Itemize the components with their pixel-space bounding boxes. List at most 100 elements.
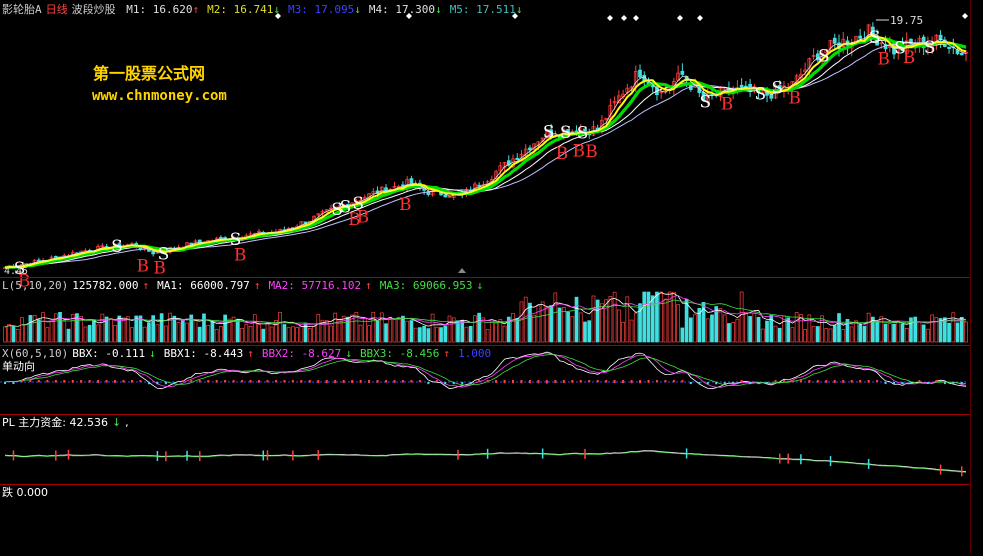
volume-bar [650, 295, 655, 343]
bbx-bar [37, 380, 40, 383]
bbx-bar [317, 380, 320, 384]
bbx-bar [757, 382, 760, 385]
volume-bar [37, 319, 41, 343]
sell-signal: S [755, 85, 767, 105]
volume-bar [223, 314, 227, 343]
volume-bar [773, 325, 778, 343]
volume-bar [367, 325, 371, 343]
bbx-bar [723, 382, 726, 385]
volume-bar [252, 314, 257, 343]
bbx-bar [232, 380, 235, 383]
bbx-bar [681, 380, 684, 383]
volume-bar [832, 325, 837, 343]
volume-bar [892, 323, 896, 343]
signal-diamond [621, 15, 627, 21]
volume-bar [180, 319, 185, 343]
bbx-bar [545, 380, 548, 384]
bbx-header: X(60,5,10) BBX: -0.111 ↓ BBX1: -8.443 ↑ BBX2:… [2, 347, 495, 360]
volume-bar [96, 324, 100, 343]
volume-bar [202, 313, 206, 343]
bbx-bar [664, 380, 667, 383]
bbx3-value: BBX3: -8.456 ↑ [359, 347, 451, 360]
volume-bar [286, 327, 291, 343]
volume-bar [523, 296, 528, 343]
candle-body [909, 38, 913, 45]
fund-header: PL 主力资金: 42.536 ↓, [2, 416, 129, 429]
bbx-bar [435, 380, 438, 383]
volume-bar [460, 320, 465, 343]
bbx-bar [164, 382, 167, 385]
period-label[interactable]: 日线 [46, 3, 68, 16]
watermark-title: 第一股票公式网 [93, 64, 206, 83]
volume-bar [214, 328, 219, 343]
low-price-label: 4.45 [4, 266, 28, 277]
candle-body [515, 157, 520, 161]
volume-bar [904, 328, 909, 343]
volume-value: 125782.000 ↑ [72, 279, 150, 292]
volume-ma3: MA3: 69066.953 ↓ [379, 279, 484, 292]
volume-ma1: MA1: 66000.797 ↑ [157, 279, 261, 292]
volume-bar [341, 315, 346, 343]
volume-bar [545, 307, 549, 343]
volume-bar [49, 320, 54, 343]
candle-body [53, 255, 58, 258]
volume-bar [193, 320, 198, 343]
volume-bar [473, 315, 477, 343]
buy-signal: B [556, 144, 569, 164]
bbx-bar [528, 380, 531, 384]
bbx-bar [867, 380, 870, 383]
bbx-bar [88, 380, 91, 383]
volume-bar [66, 328, 71, 343]
sell-signal: S [352, 194, 364, 214]
bbx-bar [698, 382, 701, 385]
volume-bar [185, 322, 189, 343]
ma-legend-item: M5: 17.511↓ [449, 3, 523, 16]
ma-legend-item: M1: 16.620↑ [126, 3, 200, 16]
volume-bar [278, 312, 283, 343]
bbx-bar [825, 380, 828, 383]
bbx-bar [224, 380, 227, 383]
volume-bar [680, 327, 685, 343]
volume-bar [710, 314, 714, 343]
candle-body [37, 259, 41, 262]
bbx-bar [935, 380, 938, 383]
volume-bar [883, 323, 888, 343]
bbx-bar [29, 380, 32, 383]
volume-bar [3, 326, 7, 343]
bbx-bar [605, 380, 608, 383]
volume-bar [926, 328, 930, 343]
bbx-bar [622, 380, 625, 384]
volume-bar [815, 326, 820, 343]
panel-divider [0, 484, 970, 485]
volume-bar [879, 316, 884, 343]
volume-title: L(5,10,20) [2, 279, 69, 292]
stock-name[interactable]: 影轮胎A [2, 3, 42, 16]
bbx-bar [215, 380, 218, 383]
volume-bar [384, 323, 388, 343]
candle-body [443, 194, 448, 198]
volume-bar [583, 321, 587, 343]
bbx1-value: BBX1: -8.443 ↑ [163, 347, 254, 360]
volume-bar [291, 326, 295, 343]
volume-bar [147, 322, 151, 343]
volume-bar [803, 329, 807, 343]
bbx-bar [258, 380, 261, 383]
volume-bar [502, 325, 507, 343]
volume-bar [358, 324, 363, 343]
volume-bar [316, 314, 321, 343]
sell-signal: S [771, 78, 783, 98]
bbx-bar [893, 382, 896, 385]
signal-diamond [633, 15, 639, 21]
bbx-bar [512, 380, 515, 384]
volume-bar [841, 329, 846, 343]
bbx-bar [943, 382, 946, 385]
volume-bar [282, 324, 287, 343]
volume-bar [807, 314, 812, 343]
bbx-bar [918, 380, 921, 383]
bbx-bar [740, 380, 743, 383]
volume-bar [244, 324, 249, 343]
volume-bar [549, 305, 553, 343]
indicator-name[interactable]: 波段炒股 [72, 3, 116, 16]
buy-signal: B [877, 50, 890, 70]
bbx-bar [300, 380, 303, 383]
